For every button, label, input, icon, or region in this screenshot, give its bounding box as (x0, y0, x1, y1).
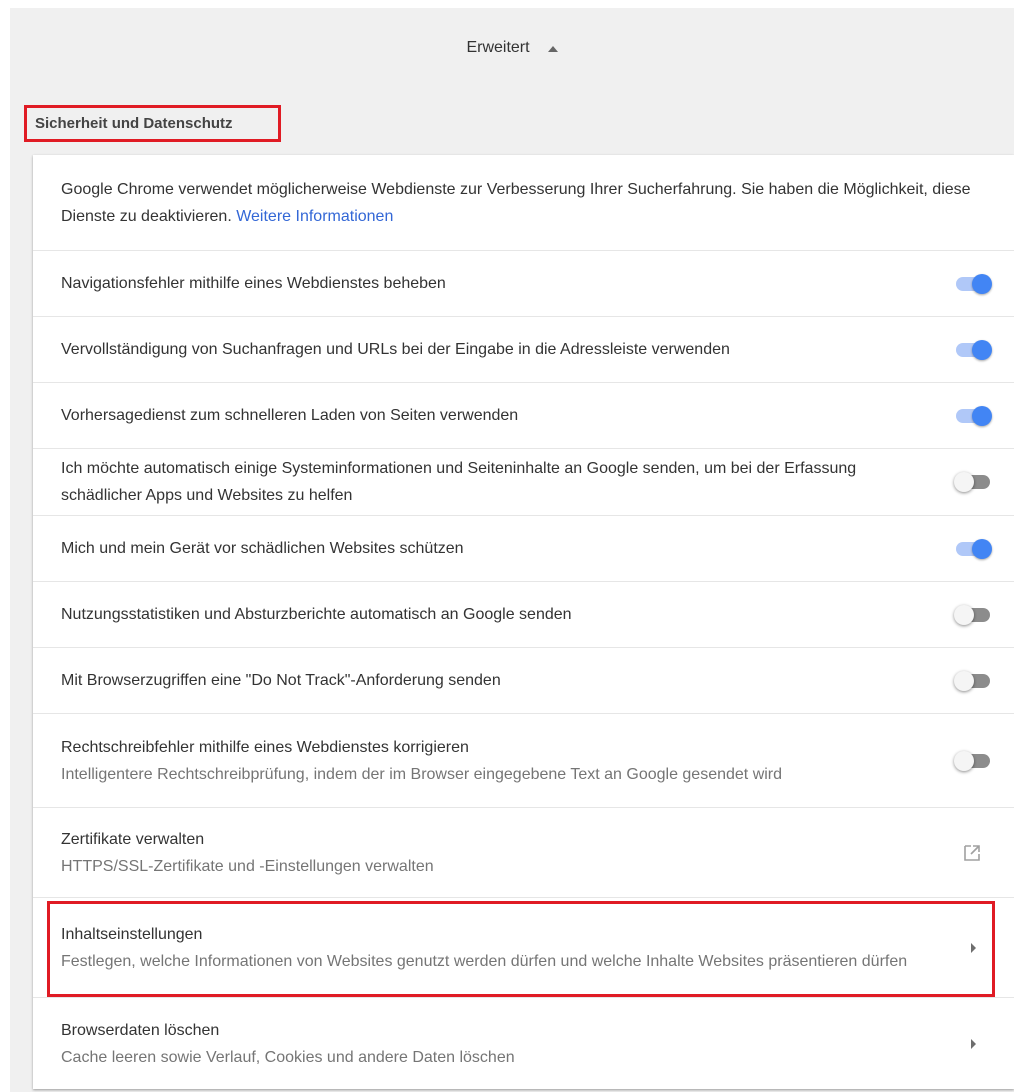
setting-row-do-not-track[interactable]: Mit Browserzugriffen eine "Do Not Track"… (33, 647, 1014, 713)
setting-label: Mit Browserzugriffen eine "Do Not Track"… (61, 672, 501, 689)
link-row-manage-certificates[interactable]: Zertifikate verwalten HTTPS/SSL-Zertifik… (33, 807, 1014, 897)
advanced-label: Erweitert (466, 39, 530, 56)
setting-row-safe-browsing[interactable]: Mich und mein Gerät vor schädlichen Webs… (33, 515, 1014, 581)
advanced-toggle[interactable]: Erweitert (10, 8, 1014, 88)
link-text-block: Browserdaten löschen Cache leeren sowie … (61, 1017, 951, 1071)
section-title: Sicherheit und Datenschutz (24, 105, 281, 142)
setting-label: Mich und mein Gerät vor schädlichen Webs… (61, 540, 464, 557)
link-row-content-settings[interactable]: Inhaltseinstellungen Festlegen, welche I… (33, 897, 1014, 997)
usage-stats-toggle[interactable] (954, 603, 992, 627)
link-label: Zertifikate verwalten (61, 830, 205, 848)
link-sublabel: HTTPS/SSL-Zertifikate und -Einstellungen… (61, 857, 434, 875)
intro-text: Google Chrome verwendet möglicherweise W… (61, 180, 971, 225)
link-text-block: Zertifikate verwalten HTTPS/SSL-Zertifik… (61, 826, 942, 880)
setting-row-usage-stats[interactable]: Nutzungsstatistiken und Absturzberichte … (33, 581, 1014, 647)
setting-row-nav-errors[interactable]: Navigationsfehler mithilfe eines Webdien… (33, 250, 1014, 316)
intro-text-block: Google Chrome verwendet möglicherweise W… (61, 176, 992, 230)
spell-check-toggle[interactable] (954, 749, 992, 773)
privacy-settings-card: Google Chrome verwendet möglicherweise W… (33, 155, 1014, 1089)
link-label: Inhaltseinstellungen (61, 925, 203, 943)
link-text-block: Inhaltseinstellungen Festlegen, welche I… (61, 921, 951, 975)
setting-label: Rechtschreibfehler mithilfe eines Webdie… (61, 738, 469, 756)
setting-row-safe-browsing-reports[interactable]: Ich möchte automatisch einige Systeminfo… (33, 448, 1014, 515)
more-info-link[interactable]: Weitere Informationen (236, 208, 393, 225)
link-sublabel: Cache leeren sowie Verlauf, Cookies und … (61, 1048, 515, 1066)
setting-label: Vervollständigung von Suchanfragen und U… (61, 341, 730, 358)
link-sublabel: Festlegen, welche Informationen von Webs… (61, 952, 908, 970)
setting-sublabel: Intelligentere Rechtschreibprüfung, inde… (61, 765, 783, 783)
prediction-toggle[interactable] (954, 404, 992, 428)
setting-row-spell-check[interactable]: Rechtschreibfehler mithilfe eines Webdie… (33, 713, 1014, 807)
nav-errors-toggle[interactable] (954, 272, 992, 296)
chevron-right-icon[interactable] (971, 1038, 976, 1049)
do-not-track-toggle[interactable] (954, 669, 992, 693)
autocomplete-toggle[interactable] (954, 338, 992, 362)
link-row-clear-browsing-data[interactable]: Browserdaten löschen Cache leeren sowie … (33, 997, 1014, 1089)
setting-label: Ich möchte automatisch einige Systeminfo… (61, 460, 857, 504)
setting-label: Nutzungsstatistiken und Absturzberichte … (61, 606, 572, 623)
setting-label: Navigationsfehler mithilfe eines Webdien… (61, 275, 446, 292)
link-label: Browserdaten löschen (61, 1021, 220, 1039)
external-link-icon[interactable] (962, 843, 982, 863)
safe-browsing-toggle[interactable] (954, 537, 992, 561)
setting-row-autocomplete[interactable]: Vervollständigung von Suchanfragen und U… (33, 316, 1014, 382)
setting-text-block: Rechtschreibfehler mithilfe eines Webdie… (61, 734, 934, 788)
setting-row-prediction[interactable]: Vorhersagedienst zum schnelleren Laden v… (33, 382, 1014, 448)
safe-browsing-reports-toggle[interactable] (954, 470, 992, 494)
chevron-right-icon[interactable] (971, 942, 976, 953)
caret-up-icon (547, 46, 558, 52)
intro-row: Google Chrome verwendet möglicherweise W… (33, 155, 1014, 250)
setting-label: Vorhersagedienst zum schnelleren Laden v… (61, 407, 519, 424)
section-title-text: Sicherheit und Datenschutz (35, 115, 233, 132)
